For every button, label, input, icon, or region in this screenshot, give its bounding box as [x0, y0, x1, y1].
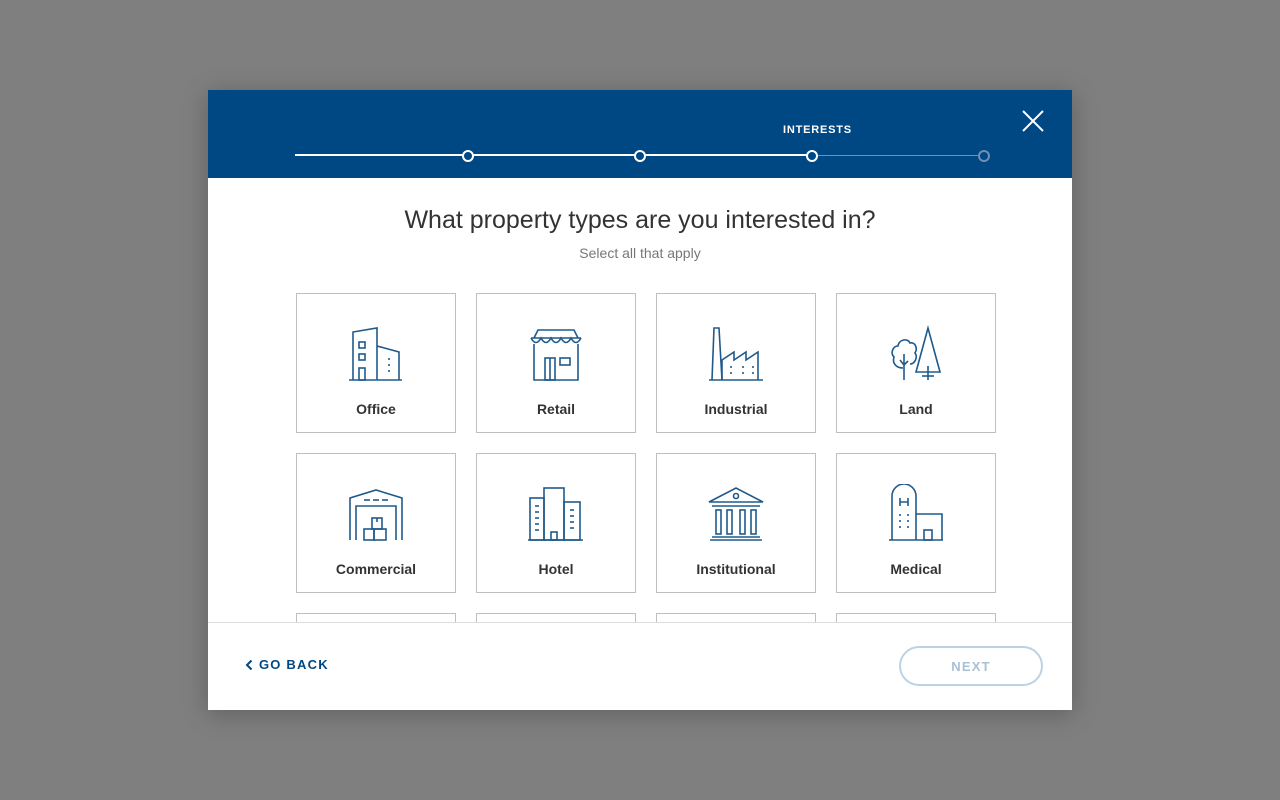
- chevron-left-icon: [245, 659, 253, 670]
- property-card-partial[interactable]: [296, 613, 456, 622]
- property-card-partial[interactable]: [476, 613, 636, 622]
- property-card-partial[interactable]: [836, 613, 996, 622]
- progress-track-remaining: [812, 155, 984, 156]
- hospital-icon: [889, 484, 943, 541]
- close-button[interactable]: [1020, 108, 1046, 134]
- next-button[interactable]: NEXT: [899, 646, 1043, 686]
- modal-content: What property types are you interested i…: [208, 178, 1072, 622]
- property-card-hotel[interactable]: Hotel: [476, 453, 636, 593]
- property-card-label: Medical: [890, 561, 942, 577]
- property-card-label: Commercial: [335, 561, 417, 577]
- progress-step-4: [978, 150, 990, 162]
- property-card-commercial[interactable]: Commercial: [296, 453, 456, 593]
- property-card-label: Land: [899, 401, 933, 417]
- institution-icon: [708, 487, 764, 541]
- storefront-icon: [530, 329, 582, 381]
- progress-step-3: [806, 150, 818, 162]
- property-card-institutional[interactable]: Institutional: [656, 453, 816, 593]
- progress-step-2: [634, 150, 646, 162]
- property-card-label: Retail: [536, 401, 576, 417]
- property-card-retail[interactable]: Retail: [476, 293, 636, 433]
- go-back-label: GO BACK: [259, 657, 329, 672]
- factory-icon: [709, 327, 763, 381]
- trees-icon: [891, 324, 942, 380]
- close-icon: [1022, 110, 1044, 132]
- progress-step-1: [462, 150, 474, 162]
- onboarding-modal: INTERESTS What property types are you in…: [208, 90, 1072, 710]
- modal-header: INTERESTS: [208, 90, 1072, 178]
- property-card-label: Institutional: [696, 561, 776, 577]
- warehouse-icon: [349, 489, 403, 541]
- current-step-label: INTERESTS: [783, 124, 852, 136]
- property-type-grid: Office Retail Industrial Land Commercial…: [296, 293, 996, 622]
- property-card-land[interactable]: Land: [836, 293, 996, 433]
- question-subtitle: Select all that apply: [579, 245, 701, 261]
- hotel-icon: [528, 487, 583, 541]
- property-card-industrial[interactable]: Industrial: [656, 293, 816, 433]
- office-building-icon: [349, 327, 402, 381]
- property-card-label: Industrial: [704, 401, 768, 417]
- property-card-partial[interactable]: [656, 613, 816, 622]
- property-card-office[interactable]: Office: [296, 293, 456, 433]
- property-card-label: Office: [356, 401, 396, 417]
- property-card-medical[interactable]: Medical: [836, 453, 996, 593]
- go-back-button[interactable]: GO BACK: [245, 657, 329, 672]
- property-card-label: Hotel: [538, 561, 574, 577]
- modal-footer: GO BACK NEXT: [208, 622, 1072, 710]
- question-title: What property types are you interested i…: [404, 206, 876, 234]
- progress-track-completed: [295, 154, 812, 156]
